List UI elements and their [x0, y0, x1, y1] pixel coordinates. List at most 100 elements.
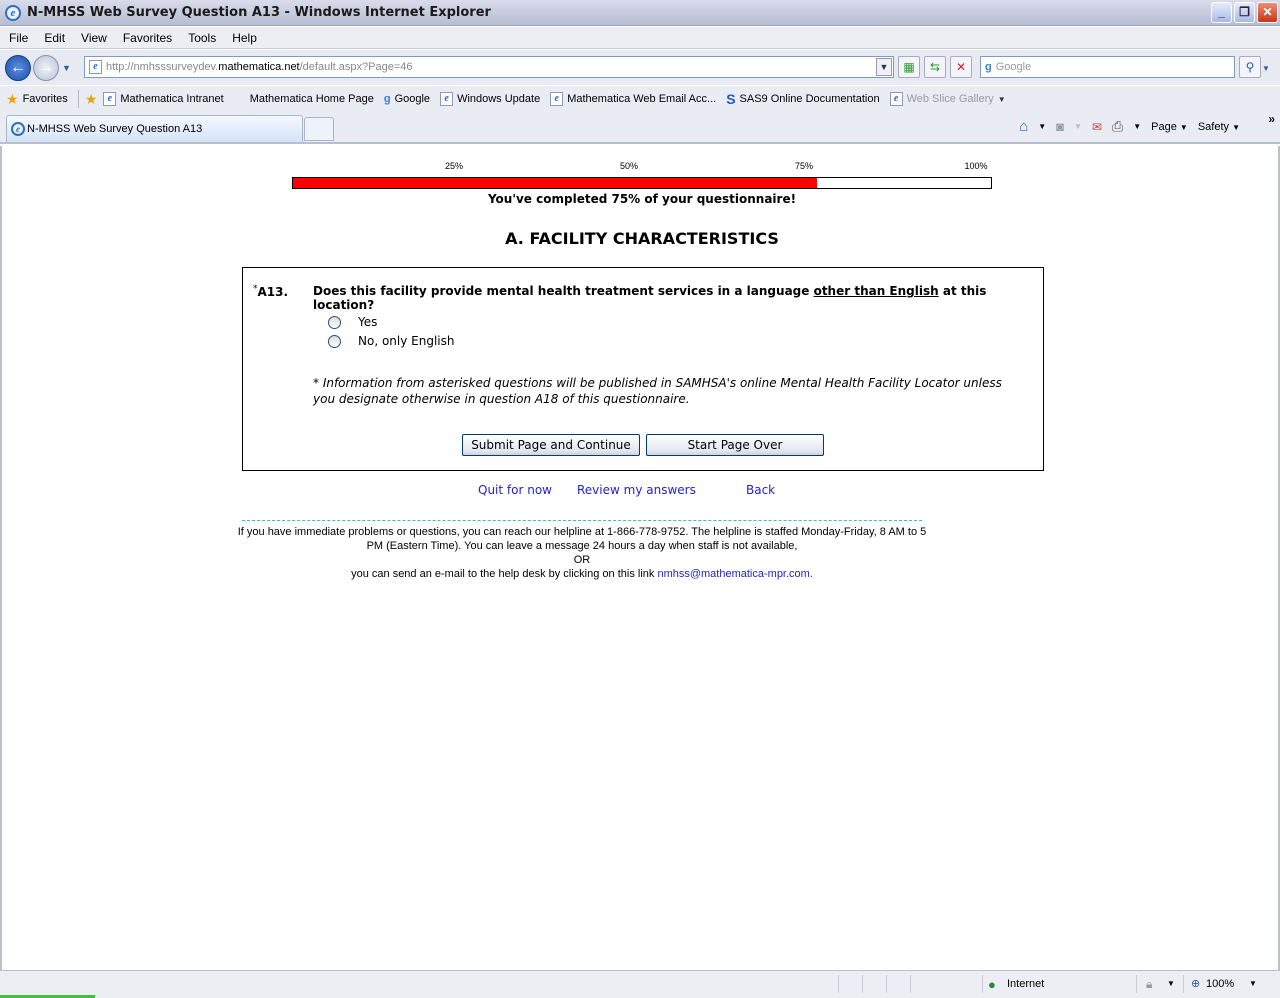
- question-text-part: Does this facility provide mental health…: [313, 284, 814, 298]
- restore-button[interactable]: ❐: [1234, 2, 1255, 23]
- back-arrow-icon[interactable]: ←: [5, 54, 31, 81]
- protected-mode-icon[interactable]: 🔒︎: [1146, 977, 1152, 992]
- forward-arrow-icon[interactable]: →: [33, 54, 59, 81]
- print-icon[interactable]: ⎙: [1112, 118, 1123, 135]
- home-icon[interactable]: ⌂: [1019, 118, 1028, 135]
- menu-tools[interactable]: Tools: [188, 31, 216, 45]
- tick-75: 75%: [794, 161, 814, 171]
- google-icon: g: [383, 93, 391, 105]
- option-no-only-english[interactable]: No, only English: [328, 334, 454, 348]
- search-input[interactable]: g Google: [980, 56, 1235, 78]
- refresh-icon[interactable]: ⇆: [924, 56, 946, 78]
- page-menu[interactable]: Page ▼: [1151, 121, 1188, 133]
- search-placeholder: Google: [995, 61, 1032, 73]
- ie-logo-icon: e: [5, 4, 21, 21]
- chevron-down-icon: ▼: [1074, 122, 1082, 131]
- search-options-icon[interactable]: ▼: [1262, 64, 1270, 73]
- title-bar: e N-MHSS Web Survey Question A13 - Windo…: [0, 0, 1280, 26]
- progress-ticks: 25% 50% 75% 100%: [292, 161, 992, 173]
- menu-edit[interactable]: Edit: [44, 31, 65, 45]
- url-prefix: http://nmhsssurveydev.: [106, 61, 219, 73]
- progress-bar: [292, 177, 992, 189]
- page-icon: e: [440, 92, 454, 106]
- option-yes[interactable]: Yes: [328, 315, 377, 329]
- question-number-label: A13.: [257, 285, 289, 299]
- menu-help[interactable]: Help: [232, 31, 257, 45]
- tick-25: 25%: [444, 161, 464, 171]
- url-host: mathematica.net: [218, 61, 300, 73]
- favorites-bar: ★ Favorites ★ e Mathematica Intranet Mathe…: [0, 86, 1280, 112]
- search-icon[interactable]: ⚲: [1239, 56, 1261, 78]
- question-box: *A13. Does this facility provide mental …: [242, 267, 1044, 471]
- address-bar[interactable]: e http://nmhsssurveydev. mathematica.net /…: [84, 56, 894, 78]
- fav-google[interactable]: g Google: [384, 93, 430, 105]
- fav-mathematica-intranet[interactable]: e Mathematica Intranet: [103, 92, 224, 106]
- sas-icon: S: [726, 91, 736, 107]
- new-tab-button[interactable]: [304, 117, 334, 141]
- help-or: OR: [573, 554, 591, 566]
- favorites-label: Favorites: [22, 93, 68, 105]
- zoom-icon: ⊕: [1191, 978, 1201, 990]
- safety-menu[interactable]: Safety ▼: [1198, 121, 1240, 133]
- zone-label: Internet: [1007, 978, 1045, 990]
- menu-view[interactable]: View: [81, 31, 107, 45]
- tick-50: 50%: [619, 161, 639, 171]
- more-commands-button[interactable]: »: [1268, 112, 1275, 126]
- fav-web-slice-gallery[interactable]: e Web Slice Gallery ▼: [889, 92, 1006, 106]
- menu-file[interactable]: File: [9, 31, 28, 45]
- safety-menu-label: Safety: [1197, 120, 1230, 133]
- favorites-button[interactable]: ★ Favorites: [6, 91, 68, 108]
- question-text: Does this facility provide mental health…: [313, 284, 1043, 312]
- question-emphasis: other than English: [813, 284, 939, 298]
- chevron-down-icon[interactable]: ▼: [1038, 122, 1046, 131]
- fav-label: Web Slice Gallery: [906, 93, 994, 105]
- fav-label: Mathematica Intranet: [120, 93, 224, 105]
- zoom-dropdown-icon[interactable]: ▼: [1249, 979, 1257, 988]
- fav-sas9[interactable]: S SAS9 Online Documentation: [726, 91, 879, 107]
- address-dropdown-icon[interactable]: ▼: [876, 58, 892, 76]
- tab-current[interactable]: e N-MHSS Web Survey Question A13: [6, 115, 303, 142]
- radio-yes[interactable]: [328, 315, 341, 329]
- divider: [242, 520, 922, 521]
- page-icon: e: [550, 92, 564, 106]
- section-title: A. FACILITY CHARACTERISTICS: [505, 229, 779, 248]
- menu-favorites[interactable]: Favorites: [123, 31, 172, 45]
- help-line: you can send an e-mail to the help desk …: [351, 568, 658, 580]
- add-favorite-icon[interactable]: ★: [85, 91, 98, 108]
- submit-button[interactable]: Submit Page and Continue: [462, 434, 640, 456]
- status-bar: ● Internet 🔒︎ ▼ ⊕ 100% ▼: [0, 970, 1280, 998]
- stop-icon[interactable]: ✕: [950, 56, 972, 78]
- fav-mathematica-home[interactable]: Mathematica Home Page: [250, 93, 374, 105]
- help-line: If you have immediate problems or questi…: [237, 526, 927, 552]
- chevron-down-icon: ▼: [997, 94, 1006, 104]
- radio-no[interactable]: [328, 334, 341, 348]
- question-number: *A13.: [253, 284, 288, 299]
- page-icon: e: [889, 92, 903, 106]
- page-icon: e: [89, 60, 102, 74]
- start-over-button[interactable]: Start Page Over: [646, 434, 824, 456]
- fav-windows-update[interactable]: e Windows Update: [440, 92, 540, 106]
- progress-fill: [293, 178, 817, 188]
- zoom-level[interactable]: 100%: [1206, 978, 1234, 990]
- chevron-down-icon[interactable]: ▼: [1133, 122, 1141, 131]
- fav-web-email[interactable]: e Mathematica Web Email Acc...: [550, 92, 716, 106]
- close-button[interactable]: ✕: [1257, 2, 1278, 23]
- fav-label: SAS9 Online Documentation: [739, 93, 880, 105]
- minimize-button[interactable]: _: [1211, 2, 1232, 23]
- tab-label: N-MHSS Web Survey Question A13: [27, 123, 203, 135]
- back-link[interactable]: Back: [746, 483, 775, 497]
- tick-100: 100%: [964, 161, 988, 171]
- chevron-down-icon[interactable]: ▼: [1167, 979, 1175, 988]
- fav-label: Mathematica Home Page: [249, 93, 374, 105]
- feeds-icon[interactable]: ◙: [1056, 119, 1064, 134]
- globe-icon: ●: [988, 977, 996, 992]
- window-title: N-MHSS Web Survey Question A13 - Windows…: [27, 5, 491, 20]
- review-link[interactable]: Review my answers: [577, 483, 696, 497]
- quit-link[interactable]: Quit for now: [478, 483, 552, 497]
- history-dropdown-icon[interactable]: ▼: [62, 63, 71, 73]
- fav-label: Mathematica Web Email Acc...: [567, 93, 717, 105]
- compatibility-view-icon[interactable]: ▦: [898, 56, 920, 78]
- mail-icon[interactable]: ✉: [1092, 120, 1102, 134]
- page-icon: e: [103, 92, 117, 106]
- email-link[interactable]: nmhss@mathematica-mpr.com.: [657, 568, 812, 580]
